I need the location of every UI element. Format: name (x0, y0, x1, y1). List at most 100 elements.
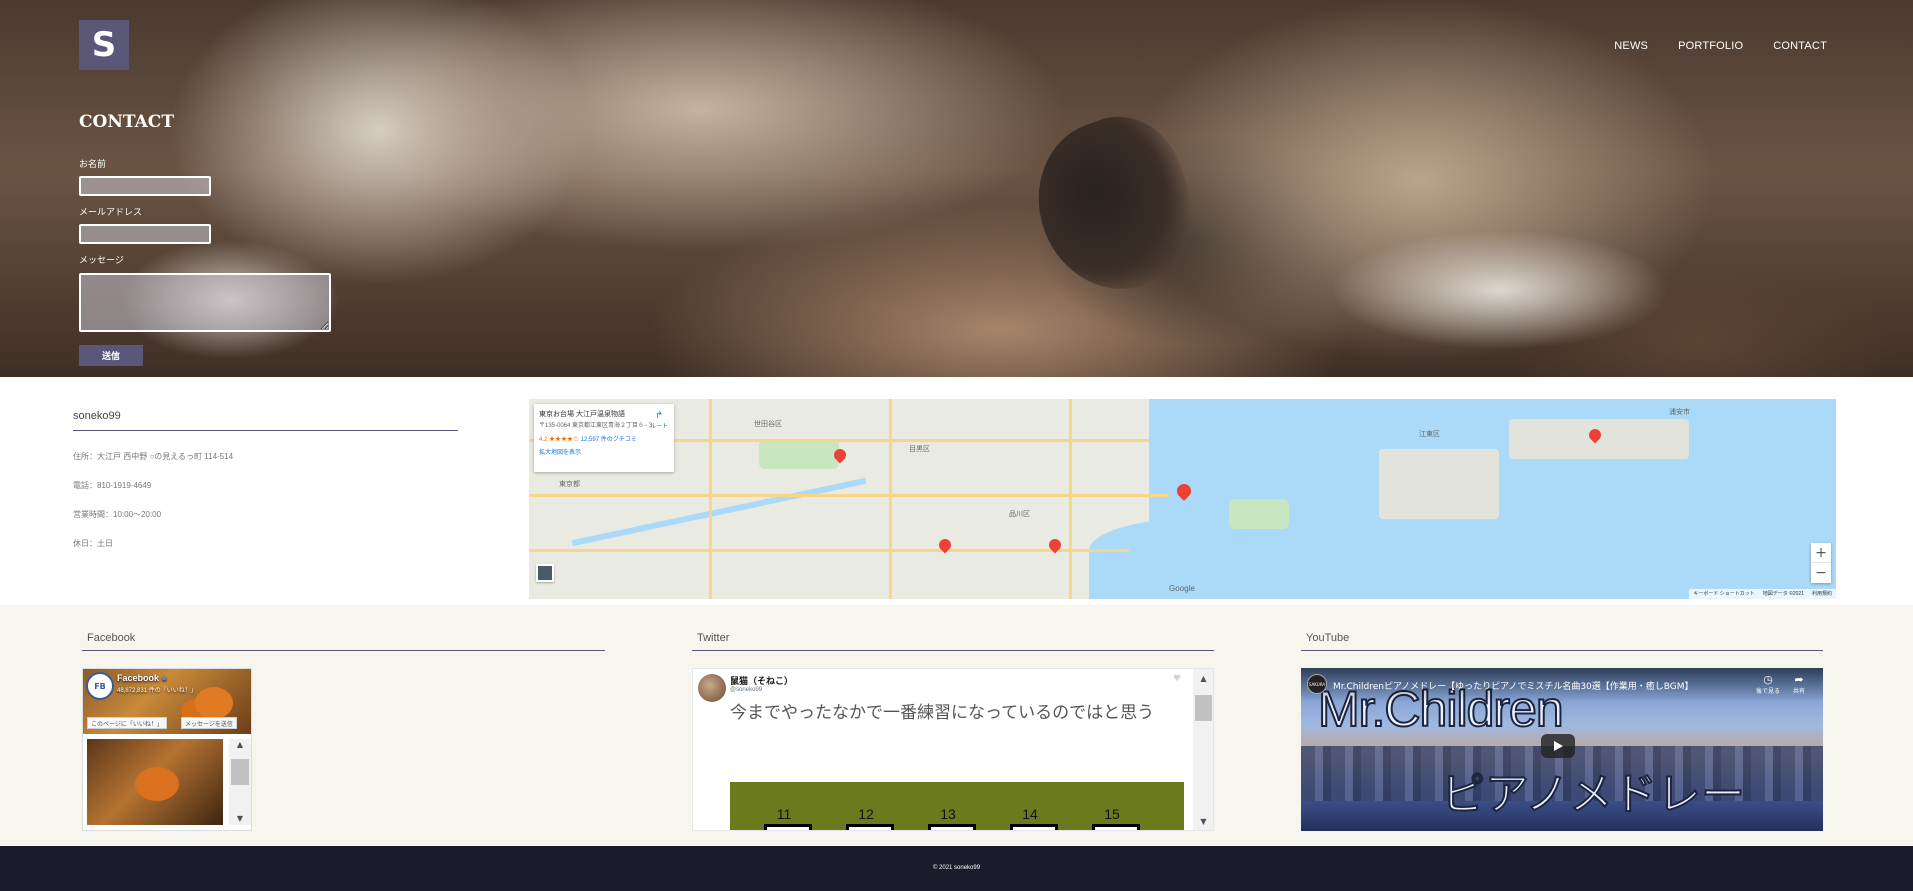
map-water (1089, 519, 1339, 599)
map-route-button[interactable]: ↱ ルート (650, 410, 668, 430)
watch-later-button[interactable]: ◷ 後で見る (1756, 673, 1780, 695)
twitter-avatar[interactable] (698, 674, 726, 702)
message-textarea[interactable] (79, 273, 331, 332)
nav-news-link[interactable]: NEWS (1614, 40, 1648, 52)
share-icon: ➦ (1794, 674, 1804, 686)
shop-holiday: 休日：土日 (73, 539, 113, 548)
facebook-like-button[interactable]: このページに「いいね！」 (87, 717, 167, 729)
facebook-likes: 48,872,831 件の「いいね！」 (117, 688, 197, 694)
hero-section: S NEWS PORTFOLIO CONTACT CONTACT お名前 メール… (0, 0, 1913, 377)
image-number: 15 (1092, 806, 1132, 830)
map-place-label: 東京都 (559, 481, 580, 488)
copyright-text: © 2021 soneko99 (932, 865, 981, 871)
map-terms-link[interactable]: 利用規約 (1812, 590, 1832, 598)
hero-background-image (1015, 99, 1215, 311)
map-road (889, 399, 892, 599)
tweet-image-numbers: 11 12 13 14 15 (764, 806, 1132, 830)
email-label: メールアドレス (79, 208, 143, 218)
site-logo[interactable]: S (79, 20, 129, 70)
scroll-up-icon[interactable]: ▲ (1193, 673, 1213, 685)
share-button[interactable]: ➦ 共有 (1793, 673, 1805, 695)
map-road (529, 494, 1169, 497)
map-road (709, 399, 712, 599)
scroll-thumb[interactable] (231, 759, 249, 785)
facebook-post-image[interactable] (87, 739, 223, 825)
heart-icon[interactable]: ♥ (1173, 674, 1181, 684)
twitter-scrollbar[interactable]: ▲ ▼ (1193, 669, 1213, 830)
scroll-thumb[interactable] (1195, 695, 1212, 721)
map-shortcuts-link[interactable]: キーボード ショートカット (1693, 590, 1754, 598)
map-place-label: 品川区 (1009, 511, 1030, 518)
zoom-out-button[interactable]: − (1811, 563, 1831, 583)
facebook-title: Facebook (82, 632, 605, 651)
map-bigger-link[interactable]: 拡大地図を表示 (539, 447, 669, 456)
map-attribution: キーボード ショートカット 地図データ ©2021 利用規約 (1689, 589, 1836, 599)
route-icon: ↱ (655, 410, 663, 420)
message-label: メッセージ (79, 256, 124, 266)
map-data-label: 地図データ ©2021 (1762, 591, 1804, 597)
map-park (1229, 499, 1289, 529)
play-icon[interactable] (1541, 734, 1575, 758)
name-input[interactable] (79, 176, 211, 196)
youtube-title: YouTube (1301, 632, 1823, 651)
shop-hours: 営業時間：10:00〜20:00 (73, 510, 162, 519)
submit-button[interactable]: 送信 (79, 345, 143, 366)
facebook-avatar[interactable]: FB (86, 672, 114, 700)
map-place-label: 浦安市 (1669, 409, 1690, 416)
name-label: お名前 (79, 160, 107, 170)
facebook-cover: FB Facebook ● 48,872,831 件の「いいね！」 このページに… (83, 669, 251, 734)
nav-portfolio-link[interactable]: PORTFOLIO (1678, 40, 1743, 52)
scroll-down-icon[interactable]: ▼ (229, 813, 251, 825)
map-satellite-toggle[interactable] (536, 564, 554, 582)
map-place-label: 目黒区 (909, 446, 930, 453)
map-landfill (1379, 449, 1499, 519)
map-place-label: 江東区 (1419, 431, 1440, 438)
map-place-rating: 4.2 ★★★★☆ 12,597 件のクチコミ (539, 437, 637, 444)
tweet-text: 今までやったなかで一番練習になっているのではと思う (730, 703, 1155, 723)
hero-image-detail (1330, 230, 1670, 350)
map-place-label: 世田谷区 (754, 421, 782, 428)
cover-image (195, 687, 233, 719)
facebook-scrollbar[interactable]: ▲ ▼ (229, 739, 251, 825)
google-logo: Google (1169, 584, 1195, 593)
twitter-name[interactable]: 鼠猫（そねこ） (730, 674, 793, 687)
clock-icon: ◷ (1763, 674, 1773, 686)
email-input[interactable] (79, 224, 211, 244)
twitter-widget[interactable]: 鼠猫（そねこ） @soneko99 ♥ 今までやったなかで一番練習になっているの… (692, 668, 1214, 831)
image-number: 11 (764, 806, 804, 830)
zoom-in-button[interactable]: + (1811, 543, 1831, 563)
image-number: 14 (1010, 806, 1050, 830)
social-section: Facebook Twitter YouTube FB Facebook ● 4… (0, 605, 1913, 845)
main-nav: NEWS PORTFOLIO CONTACT (1614, 40, 1827, 52)
shop-name: soneko99 (73, 410, 458, 431)
map-place-reviews-link[interactable]: 12,597 件のクチコミ (581, 437, 637, 443)
map-river (571, 477, 867, 547)
tweet-image[interactable]: 11 12 13 14 15 (730, 782, 1184, 830)
facebook-message-button[interactable]: メッセージを送信 (181, 717, 237, 729)
map-park (759, 439, 839, 469)
image-number: 12 (846, 806, 886, 830)
post-image-detail (135, 767, 179, 801)
twitter-handle[interactable]: @soneko99 (730, 687, 762, 693)
scroll-up-icon[interactable]: ▲ (229, 739, 251, 751)
facebook-page-name[interactable]: Facebook ● (117, 673, 167, 683)
nav-contact-link[interactable]: CONTACT (1773, 40, 1827, 52)
shop-info: soneko99 住所：大江戸 西中野 ○の見えるっ町 114-514 電話：8… (73, 410, 458, 549)
youtube-channel-avatar[interactable]: SAKURA (1307, 674, 1327, 694)
scroll-down-icon[interactable]: ▼ (1193, 816, 1213, 828)
shop-address: 住所：大江戸 西中野 ○の見えるっ町 114-514 (73, 452, 234, 461)
map-road (1069, 399, 1072, 599)
shop-phone: 電話：810-1919-4649 (73, 481, 152, 490)
verified-icon: ● (161, 673, 167, 683)
footer: © 2021 soneko99 (0, 846, 1913, 891)
map-road (529, 549, 1129, 552)
google-map[interactable]: 世田谷区 目黒区 品川区 東京都 浦安市 江東区 東京お台場 大江戸温泉物語 〒… (529, 399, 1836, 599)
contact-title: CONTACT (79, 112, 174, 132)
image-number: 13 (928, 806, 968, 830)
youtube-video-title[interactable]: Mr.Childrenピアノメドレー【ゆったりピアノでミスチル名曲30選【作業用… (1333, 679, 1694, 692)
facebook-widget[interactable]: FB Facebook ● 48,872,831 件の「いいね！」 このページに… (82, 668, 252, 831)
youtube-widget[interactable]: Mr.Children ピアノメドレー SAKURA Mr.Childrenピア… (1301, 668, 1823, 831)
twitter-title: Twitter (692, 632, 1214, 651)
map-place-card: 東京お台場 大江戸温泉物語 〒135-0064 東京都江東区青海２丁目６−３ 4… (534, 404, 674, 472)
map-zoom-control: + − (1811, 543, 1831, 583)
